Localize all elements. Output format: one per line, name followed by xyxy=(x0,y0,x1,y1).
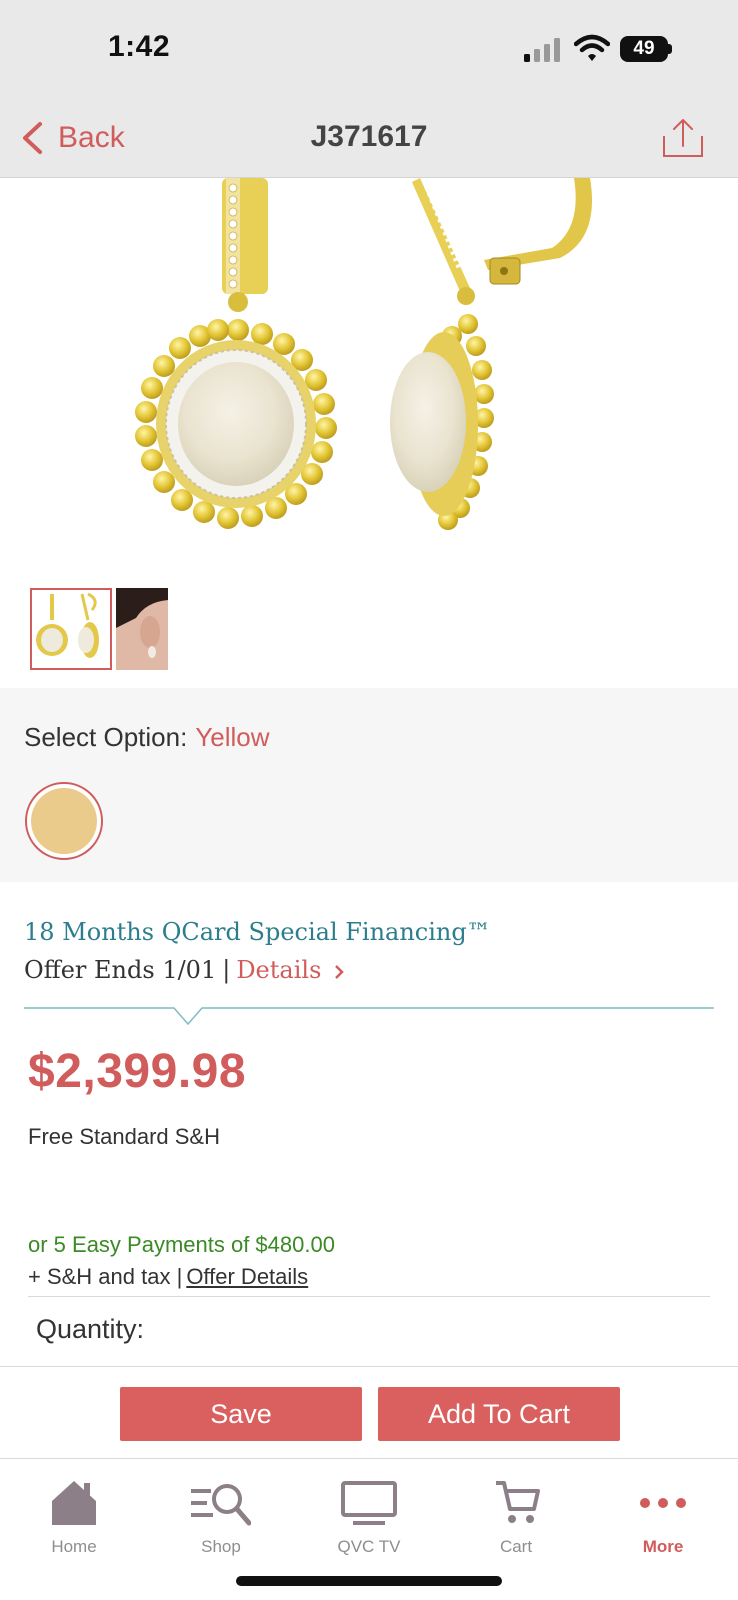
separator: | xyxy=(222,956,231,984)
thumbnail-model[interactable] xyxy=(116,588,198,670)
cart-icon xyxy=(496,1481,540,1523)
offer-ends-text: Offer Ends 1/01 xyxy=(24,956,217,984)
battery-level: 49 xyxy=(620,36,668,62)
financing-offer: Offer Ends 1/01 | Details xyxy=(24,956,345,984)
tab-label: Home xyxy=(51,1537,97,1556)
option-section: Select Option: Yellow xyxy=(0,688,738,882)
home-icon xyxy=(52,1481,96,1525)
divider xyxy=(24,1007,714,1026)
navigation-bar: J371617 Back xyxy=(0,98,738,178)
financing-details-link[interactable]: Details xyxy=(236,956,345,984)
swatch-color xyxy=(31,788,97,854)
share-icon[interactable] xyxy=(662,118,704,158)
tv-icon xyxy=(341,1481,397,1525)
chevron-left-icon xyxy=(23,122,42,154)
easy-payments-text: or 5 Easy Payments of $480.00 xyxy=(28,1232,335,1257)
more-icon xyxy=(640,1498,686,1508)
save-button[interactable]: Save xyxy=(120,1387,362,1441)
model-thumbnail-image xyxy=(116,588,198,670)
shop-search-icon xyxy=(191,1484,251,1526)
tab-qvc-tv[interactable]: QVC TV xyxy=(309,1471,429,1561)
battery-icon: 49 xyxy=(620,36,672,62)
back-label: Back xyxy=(58,121,125,154)
financing-title: 18 Months QCard Special Financing™ xyxy=(24,918,491,946)
tab-label: Shop xyxy=(201,1537,241,1556)
back-button[interactable]: Back xyxy=(20,116,125,160)
tab-label: QVC TV xyxy=(337,1537,401,1556)
image-thumbnails xyxy=(30,588,198,670)
option-label: Select Option: Yellow xyxy=(24,722,270,753)
opal-earrings-image xyxy=(135,178,592,530)
tab-home[interactable]: Home xyxy=(14,1471,134,1561)
tab-label: More xyxy=(642,1537,684,1556)
shipping-text: Free Standard S&H xyxy=(28,1124,220,1149)
divider xyxy=(28,1296,710,1297)
select-option-label: Select Option: xyxy=(24,722,188,752)
quantity-label: Quantity: xyxy=(36,1314,145,1344)
details-label: Details xyxy=(236,956,322,984)
status-bar: 1:42 49 xyxy=(0,0,738,98)
product-image[interactable] xyxy=(0,178,738,570)
wifi-icon xyxy=(574,34,610,61)
tab-cart[interactable]: Cart xyxy=(456,1471,576,1561)
color-swatch-yellow[interactable] xyxy=(25,782,103,860)
add-to-cart-button[interactable]: Add To Cart xyxy=(378,1387,620,1441)
action-bar: Save Add To Cart xyxy=(0,1366,738,1458)
offer-details-link[interactable]: Offer Details xyxy=(186,1264,308,1289)
sh-tax-line: + S&H and tax | Offer Details xyxy=(28,1264,308,1290)
tab-more[interactable]: More xyxy=(603,1471,723,1561)
home-indicator[interactable] xyxy=(236,1576,502,1586)
chevron-right-icon xyxy=(335,964,344,979)
status-time: 1:42 xyxy=(108,30,171,63)
earrings-thumbnail-image xyxy=(32,590,110,668)
tab-shop[interactable]: Shop xyxy=(161,1471,281,1561)
sh-tax-text: + S&H and tax | xyxy=(28,1264,183,1289)
selected-option-value: Yellow xyxy=(195,722,270,752)
tab-label: Cart xyxy=(499,1537,533,1556)
product-price: $2,399.98 xyxy=(28,1045,247,1098)
thumbnail-earrings[interactable] xyxy=(30,588,112,670)
cellular-signal-icon xyxy=(524,38,560,62)
